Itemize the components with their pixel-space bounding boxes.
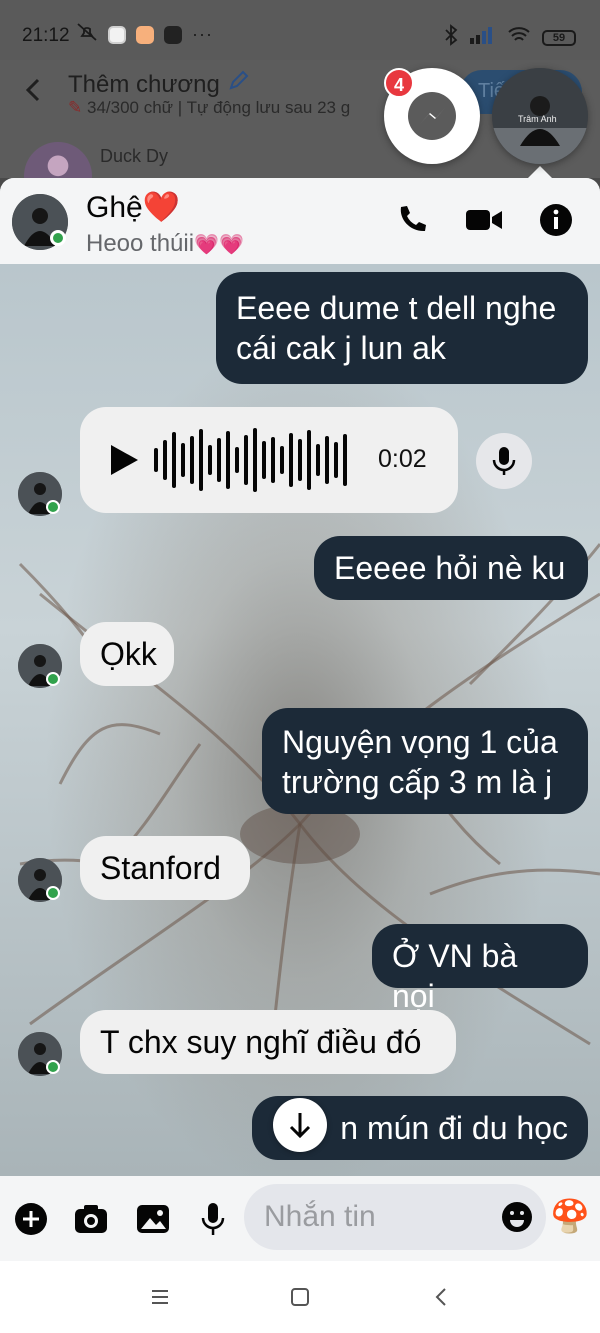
plus-circle-icon	[15, 1203, 47, 1235]
more-actions-button[interactable]	[12, 1200, 50, 1238]
video-call-button[interactable]	[464, 200, 504, 240]
scroll-to-bottom-button[interactable]	[273, 1098, 327, 1152]
video-camera-icon	[466, 210, 502, 230]
message-input-placeholder: Nhắn tin	[264, 1200, 376, 1233]
unread-badge: 4	[384, 68, 414, 98]
microphone-icon	[201, 1203, 225, 1235]
author-name: Duck Dy	[100, 146, 169, 166]
audio-waveform	[154, 428, 347, 492]
voice-record-button[interactable]	[194, 1200, 232, 1238]
voice-duration: 0:02	[378, 445, 427, 473]
waveform-bar	[289, 433, 293, 487]
square-icon	[291, 1288, 309, 1306]
waveform-bar	[172, 432, 176, 488]
online-indicator	[46, 886, 60, 900]
outgoing-message[interactable]: Nguyện vọng 1 của trường cấp 3 m là j	[262, 708, 588, 814]
waveform-bar	[325, 436, 329, 484]
mute-icon	[76, 22, 98, 47]
info-button[interactable]	[536, 200, 576, 240]
status-time: 21:12	[22, 25, 70, 46]
waveform-bar	[343, 434, 347, 486]
waveform-bar	[271, 437, 275, 483]
heart-emoji: 💗💗	[194, 234, 244, 256]
outgoing-message[interactable]: Ở VN bà nọi	[372, 924, 588, 1014]
phone-call-button[interactable]	[392, 200, 432, 240]
waveform-bar	[244, 435, 248, 485]
image-icon	[137, 1205, 169, 1233]
waveform-bar	[208, 445, 212, 475]
online-indicator	[46, 500, 60, 514]
waveform-bar	[280, 446, 284, 474]
waveform-bar	[199, 429, 203, 491]
incoming-message[interactable]: T chx suy nghĩ điều đó	[80, 1010, 456, 1074]
waveform-bar	[334, 442, 338, 478]
online-indicator	[46, 1060, 60, 1074]
online-indicator	[50, 230, 66, 246]
waveform-bar	[235, 447, 239, 473]
outgoing-message[interactable]: Eeee dume t dell nghe cái cak j lun ak	[216, 272, 588, 384]
waveform-bar	[163, 440, 167, 480]
waveform-bar	[226, 431, 230, 489]
system-icons: 59	[444, 24, 576, 51]
waveform-bar	[181, 443, 185, 477]
wifi-icon	[508, 26, 530, 49]
waveform-bar	[190, 436, 194, 484]
microphone-icon	[492, 447, 516, 475]
quick-reaction-button[interactable]: 🍄	[550, 1196, 590, 1236]
pencil-icon: ✎	[68, 98, 83, 117]
notification-icons: ···	[76, 22, 213, 47]
outgoing-message[interactable]: Eeeee hỏi nè ku	[314, 536, 588, 600]
app-notification-icon	[136, 25, 154, 44]
waveform-bar	[298, 439, 302, 481]
camera-button[interactable]	[72, 1200, 110, 1238]
system-navigation-bar	[0, 1261, 600, 1333]
incoming-message[interactable]: Stanford	[80, 836, 250, 900]
app-notification-icon	[108, 25, 126, 44]
incoming-message[interactable]: Ọkk	[80, 622, 174, 686]
voice-message[interactable]: 0:02	[80, 407, 458, 513]
chat-head-pointer	[528, 166, 552, 178]
waveform-bar	[307, 430, 311, 490]
status-bar: 21:12 ··· 59	[0, 0, 600, 60]
waveform-bar	[262, 441, 266, 479]
waveform-bar	[253, 428, 257, 492]
arrow-down-icon	[289, 1113, 311, 1139]
gallery-button[interactable]	[134, 1200, 172, 1238]
voice-transcribe-button[interactable]	[476, 433, 532, 489]
online-indicator	[46, 672, 60, 686]
emoji-picker-icon[interactable]	[500, 1200, 534, 1234]
back-button[interactable]	[430, 1285, 454, 1309]
contact-status: Heoo thúii💗💗	[86, 230, 244, 257]
battery-icon: 59	[542, 29, 576, 46]
play-icon[interactable]	[108, 443, 140, 482]
tiktok-icon	[164, 25, 182, 44]
more-notifications-icon: ···	[192, 24, 213, 44]
avatar-caption: Trâm Anh	[518, 114, 557, 124]
back-arrow-icon[interactable]	[22, 76, 46, 104]
contact-name[interactable]: Ghệ❤️	[86, 190, 180, 225]
chat-panel: Ghệ❤️ Heoo thúii💗💗 Eeee dume t dell nghe…	[0, 178, 600, 1261]
menu-icon	[152, 1290, 168, 1304]
signal-icon	[470, 26, 496, 49]
heart-emoji: ❤️	[142, 191, 181, 224]
chat-head-avatar[interactable]: Trâm Anh	[492, 68, 588, 164]
recent-apps-button[interactable]	[148, 1285, 172, 1309]
edit-pencil-icon	[227, 70, 251, 98]
message-input[interactable]: Nhắn tin	[244, 1184, 546, 1250]
chat-header: Ghệ❤️ Heoo thúii💗💗	[0, 178, 600, 264]
waveform-bar	[154, 448, 158, 472]
phone-icon	[400, 206, 426, 232]
waveform-bar	[217, 438, 221, 482]
word-count-status: ✎ 34/300 chữ | Tự động lưu sau 23 g	[68, 98, 351, 117]
chevron-left-icon	[435, 1288, 446, 1306]
home-button[interactable]	[288, 1285, 312, 1309]
bluetooth-icon	[444, 24, 458, 51]
camera-icon	[75, 1205, 107, 1233]
page-title: Thêm chương	[68, 68, 251, 99]
waveform-bar	[316, 444, 320, 476]
info-icon	[540, 204, 572, 236]
message-composer: Nhắn tin 🍄	[0, 1176, 600, 1261]
